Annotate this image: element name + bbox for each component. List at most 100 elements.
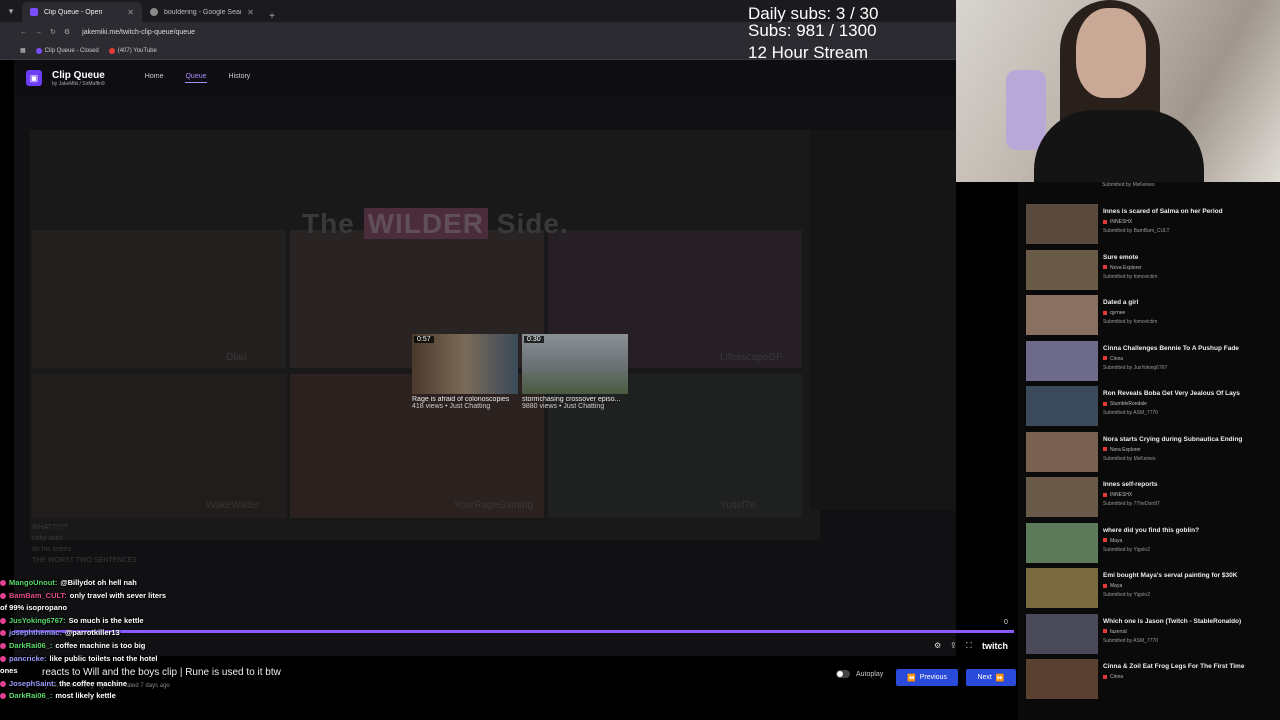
back-icon[interactable]: ← — [20, 29, 27, 36]
chat-text: coffee machine is too big — [55, 640, 146, 650]
chat-message: ones — [0, 665, 330, 678]
queue-item-thumbnail — [1026, 295, 1098, 335]
url-field[interactable]: jakemiki.me/twitch-clip-queue/queue — [82, 29, 195, 36]
queue-item-title: Dated a girl — [1103, 299, 1139, 306]
video-chat-line: THE WORST TWO SENTENCES — [32, 557, 137, 564]
queue-item[interactable]: Ron Reveals Boba Get Very Jealous Of Lay… — [1026, 386, 1276, 430]
queue-item[interactable]: Nora starts Crying during Subnautica End… — [1026, 431, 1276, 476]
queue-item-title: Cinna & Zoil Eat Frog Legs For The First… — [1103, 663, 1245, 670]
tab-menu-icon[interactable]: ▾ — [0, 0, 22, 22]
queue-item-channel: Cinna — [1103, 674, 1123, 680]
video-chat-line: WHAT?!?!? — [32, 524, 68, 531]
queue-item[interactable]: Which one is Jason (Twitch - StableRonal… — [1026, 613, 1276, 658]
queue-item[interactable]: Cinna & Zoil Eat Frog Legs For The First… — [1026, 659, 1276, 703]
fast-forward-icon: ⏩ — [995, 674, 1005, 682]
chat-username[interactable]: DarkRai06_: — [9, 691, 52, 700]
queue-item-thumbnail — [1026, 659, 1098, 699]
chat-username[interactable]: pancricke: — [9, 654, 47, 663]
chat-message: JosephSaint: the coffee machine — [0, 678, 330, 691]
chat-message: josephthemac: @parrotkiller13 — [0, 627, 330, 640]
chat-username[interactable]: DarkRai06_: — [9, 641, 52, 650]
video-chat-line: on his knees — [32, 546, 72, 553]
settings-gear-icon[interactable]: ⚙ — [934, 641, 941, 650]
queue-item-submitter: Submitted by MsKeines — [1103, 455, 1156, 462]
queue-item-channel: fazerod — [1103, 629, 1127, 635]
forward-icon[interactable]: → — [35, 29, 42, 36]
suggested-clip-card[interactable]: 0:57 Rage is afraid of colonoscopies 418… — [412, 334, 518, 410]
clip-card-meta: 9880 views • Just Chatting — [522, 403, 605, 410]
queue-item[interactable]: Sure emote Nova Explorer Submitted by fomo… — [1026, 249, 1276, 294]
clip-thumbnail: 0:57 — [412, 334, 518, 394]
queue-item[interactable]: Cinna Challenges Bennie To A Pushup Fade… — [1026, 340, 1276, 385]
chat-username[interactable]: MangoUnout: — [9, 578, 57, 587]
stream-chat: MangoUnout: @Billydot oh hell nah BamBam_C… — [0, 577, 330, 703]
clip-card-title: stormchasing crossover episo... — [522, 396, 621, 403]
bookmark-youtube[interactable]: (407) YouTube — [108, 47, 157, 54]
close-icon[interactable]: ✕ — [127, 8, 134, 17]
queue-item-title: Which one is Jason (Twitch - StableRonal… — [1103, 617, 1242, 625]
next-button[interactable]: Next ⏩ — [966, 669, 1016, 686]
chat-username[interactable]: BamBam_CULT: — [9, 591, 67, 600]
chat-username[interactable]: josephthemac: — [9, 628, 62, 637]
time-display: 0 — [1004, 619, 1008, 626]
chat-text: of 99% isopropano — [0, 603, 68, 613]
queue-item[interactable]: Innes is scared of Salma on her Period IN… — [1026, 204, 1276, 248]
cell-name: Yussf7e — [720, 500, 756, 511]
clip-duration: 0:30 — [524, 336, 544, 343]
previous-button[interactable]: ⏪ Previous — [896, 669, 958, 686]
tab-google-search[interactable]: bouldering - Google Search ✕ — [142, 2, 262, 22]
clip-thumbnail: 0:30 — [522, 334, 628, 394]
queue-item-channel: Nora Explorer — [1103, 447, 1141, 453]
queue-item-channel: StumbleRondale — [1103, 401, 1147, 407]
previous-label: Previous — [919, 674, 947, 681]
fullscreen-icon[interactable]: ⛶ — [966, 641, 972, 651]
nav-history[interactable]: History — [229, 73, 251, 83]
video-grid-cell — [32, 230, 286, 368]
site-info-icon[interactable]: ⚙ — [64, 28, 70, 36]
share-icon[interactable]: ⇪ — [950, 641, 957, 650]
chat-message: pancricke: like public toilets not the ho… — [0, 653, 330, 666]
queue-item-channel: Cinna — [1103, 356, 1123, 362]
twitch-logo[interactable]: twitch — [982, 641, 1008, 651]
chat-badge-icon — [0, 630, 6, 637]
bookmark-clip-queue[interactable]: Clip Queue - Closed — [35, 47, 99, 54]
queue-item-thumbnail — [1026, 340, 1098, 381]
chat-message: MangoUnout: @Billydot oh hell nah — [0, 577, 330, 590]
app-byline: by JakeMiki / SirMuffin9 — [52, 80, 105, 87]
nav-queue[interactable]: Queue — [185, 73, 207, 83]
queue-item-submitter: Submitted by ASM_7770 — [1103, 410, 1159, 416]
suggested-clip-card[interactable]: 0:30 stormchasing crossover episo... 988… — [522, 334, 628, 410]
chat-username[interactable]: JosephSaint: — [9, 679, 56, 688]
cell-name: LifeescapeGF — [720, 352, 783, 363]
stream-duration-label: 12 Hour Stream — [748, 43, 868, 62]
queue-item[interactable]: where did you find this goblin? Maya Submi… — [1026, 522, 1276, 567]
clip-queue-list: Submitted by MsKeines Innes is scared of… — [1018, 182, 1280, 720]
bg-title-highlight: WILDER — [363, 208, 488, 239]
queue-item-submitter: Submitted by JusYoking6767 — [1103, 364, 1168, 371]
apps-icon[interactable]: ▦ — [20, 47, 26, 54]
autoplay-control[interactable]: Autoplay — [836, 670, 883, 678]
chat-text: the coffee machine — [59, 678, 128, 688]
chat-username[interactable]: JusYoking6767: — [9, 616, 66, 625]
streamer-face — [1076, 8, 1146, 98]
queue-item[interactable]: Innes self-reports INNESHX Submitted by 7T… — [1026, 477, 1276, 521]
queue-item-title: Innes is scared of Salma on her Period — [1103, 208, 1223, 215]
queue-item[interactable]: Emi bought Maya's serval painting for $3… — [1026, 568, 1276, 612]
chat-badge-icon — [0, 580, 6, 587]
youtube-favicon-icon — [108, 47, 115, 54]
new-tab-button[interactable]: + — [262, 11, 282, 22]
queue-item[interactable]: Dated a girl qyrnee Submitted by fomovicti… — [1026, 295, 1276, 339]
chat-text: @parrotkiller13 — [64, 628, 120, 638]
chat-badge-icon — [0, 693, 6, 700]
clip-queue-logo-icon[interactable]: ▣ — [26, 70, 42, 86]
close-icon[interactable]: ✕ — [247, 8, 254, 17]
autoplay-toggle[interactable] — [836, 670, 850, 678]
queue-item-submitter: Submitted by ASM_7770 — [1103, 637, 1159, 644]
queue-item-thumbnail — [1026, 386, 1098, 426]
plush-toy — [1006, 70, 1046, 150]
bookmark-label: (407) YouTube — [117, 47, 157, 54]
reload-icon[interactable]: ↻ — [50, 28, 56, 36]
bg-title-end: Side. — [496, 208, 569, 239]
nav-home[interactable]: Home — [145, 73, 164, 83]
tab-clip-queue[interactable]: Clip Queue - Open ✕ — [22, 2, 142, 22]
